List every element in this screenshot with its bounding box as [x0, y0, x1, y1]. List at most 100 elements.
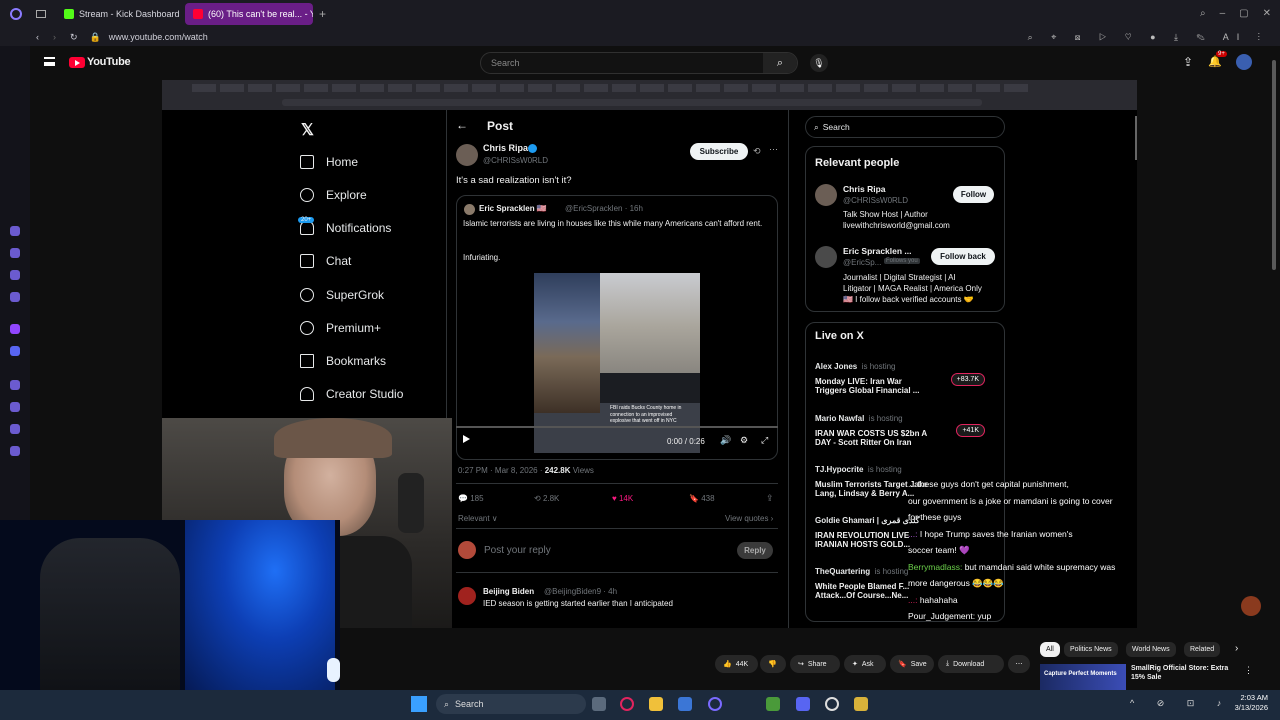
reply-button[interactable]: Reply: [737, 542, 773, 559]
discord-icon[interactable]: [10, 346, 20, 356]
url-text[interactable]: www.youtube.com/watch: [109, 32, 208, 42]
new-tab-icon[interactable]: +: [319, 7, 326, 21]
follow-back-button[interactable]: Follow back: [931, 248, 995, 265]
yt-search-box[interactable]: Search ⌕: [480, 52, 798, 74]
reply-input[interactable]: Post your reply: [484, 545, 551, 556]
obs-icon[interactable]: [825, 697, 839, 711]
file-explorer-icon[interactable]: [649, 697, 663, 711]
video-progress-bar[interactable]: [456, 426, 778, 428]
more-icon[interactable]: ⋯: [769, 144, 778, 155]
taskbar-search[interactable]: ⌕ Search: [436, 694, 586, 714]
upload-icon[interactable]: ⇪: [1183, 55, 1193, 69]
share-button[interactable]: ↪ Share: [790, 655, 840, 673]
messenger-icon[interactable]: [10, 292, 20, 302]
player-icon[interactable]: [10, 380, 20, 390]
reload-icon[interactable]: ↻: [70, 32, 78, 43]
voice-search-icon[interactable]: 🎙: [810, 54, 828, 72]
post-handle[interactable]: @CHRISsW0RLD: [483, 156, 548, 165]
share-icon[interactable]: ⇪: [766, 493, 774, 504]
discord-icon[interactable]: [796, 697, 810, 711]
chip-related[interactable]: Related: [1184, 642, 1221, 657]
rec-thumbnail[interactable]: Capture Perfect Moments: [1040, 664, 1126, 690]
app-icon[interactable]: [708, 697, 722, 711]
relevant-sort[interactable]: Relevant ∨: [458, 514, 498, 523]
x-nav-notifications[interactable]: Notifications: [300, 221, 391, 235]
tab-kick-dashboard[interactable]: Stream - Kick Dashboard: [56, 3, 181, 25]
person-name[interactable]: Chris Ripa: [843, 184, 886, 194]
grok-icon[interactable]: ⟲: [753, 146, 761, 157]
page-scrollbar[interactable]: [1272, 60, 1276, 270]
x-nav-home[interactable]: Home: [300, 155, 358, 169]
reply-author[interactable]: Beijing Biden: [483, 587, 534, 596]
view-quotes-link[interactable]: View quotes ›: [725, 514, 773, 523]
extensions-icon[interactable]: [10, 424, 20, 434]
live-item[interactable]: Mario Nawfal is hosting IRAN WAR COSTS U…: [815, 408, 995, 448]
settings-icon[interactable]: [10, 446, 20, 456]
avatar[interactable]: [815, 184, 837, 206]
opera-logo-icon[interactable]: [10, 8, 22, 20]
windows-start-icon[interactable]: [411, 696, 427, 712]
post-author[interactable]: Chris Ripa: [483, 143, 528, 153]
ask-button[interactable]: ✦ Ask: [844, 655, 886, 673]
yt-search-button[interactable]: ⌕: [763, 53, 797, 73]
subscribe-button[interactable]: Subscribe: [690, 143, 748, 160]
settings-icon[interactable]: ⚙: [740, 435, 748, 446]
x-search-input[interactable]: Search: [823, 122, 850, 132]
task-view-icon[interactable]: [592, 697, 606, 711]
maximize-icon[interactable]: ▢: [1239, 8, 1248, 20]
history-icon[interactable]: [10, 402, 20, 412]
like-stat[interactable]: ♥ 14K: [612, 494, 633, 503]
back-arrow-icon[interactable]: ←: [456, 118, 468, 132]
avatar[interactable]: [815, 246, 837, 268]
download-button[interactable]: ⤓ Download: [938, 655, 1004, 673]
forward-icon[interactable]: ›: [53, 32, 56, 42]
back-icon[interactable]: ‹: [36, 32, 39, 42]
x-nav-premium[interactable]: Premium+: [300, 321, 381, 335]
more-actions-button[interactable]: ⋯: [1008, 655, 1030, 673]
reply-stat[interactable]: 💬 185: [458, 494, 484, 503]
chip-politics-news[interactable]: Politics News: [1064, 642, 1118, 657]
chip-world-news[interactable]: World News: [1126, 642, 1176, 657]
inner-scrollbar[interactable]: [1135, 116, 1137, 160]
notes-icon[interactable]: [10, 270, 20, 280]
follow-button[interactable]: Follow: [953, 186, 994, 203]
x-nav-supergrok[interactable]: SuperGrok: [300, 288, 384, 302]
x-nav-explore[interactable]: Explore: [300, 188, 367, 202]
opera-icon[interactable]: [620, 697, 634, 711]
dislike-button[interactable]: 👎: [760, 655, 786, 673]
play-icon[interactable]: [463, 435, 470, 443]
minimize-icon[interactable]: –: [1220, 8, 1226, 20]
chip-all[interactable]: All: [1040, 642, 1060, 657]
app-icon[interactable]: [854, 697, 868, 711]
rec-more-icon[interactable]: ⋮: [1244, 665, 1253, 676]
repost-stat[interactable]: ⟲ 2.8K: [534, 494, 559, 503]
twitch-icon[interactable]: [10, 324, 20, 334]
bookmark-stat[interactable]: 🔖 438: [689, 494, 715, 503]
rec-title[interactable]: SmallRig Official Store: Extra 15% Sale: [1131, 664, 1231, 682]
volume-icon[interactable]: 🔊: [720, 435, 731, 446]
youtube-logo[interactable]: YouTube: [69, 56, 131, 68]
like-button[interactable]: 👍 44K: [715, 655, 758, 673]
store-icon[interactable]: [678, 697, 692, 711]
yt-search-input[interactable]: Search: [491, 58, 763, 68]
minecraft-icon[interactable]: [766, 697, 780, 711]
x-search-box[interactable]: ⌕ Search: [805, 116, 1005, 138]
search-tabs-icon[interactable]: ⌕: [1200, 8, 1206, 20]
tab-youtube[interactable]: (60) This can't be real... - Y: [185, 3, 313, 25]
chatgpt-icon[interactable]: [10, 248, 20, 258]
taskbar-clock[interactable]: 2:03 AM 3/13/2026: [1220, 693, 1268, 713]
close-icon[interactable]: ✕: [1263, 8, 1271, 20]
live-item[interactable]: Alex Jones is hosting Monday LIVE: Iran …: [815, 356, 995, 396]
chevron-right-icon[interactable]: ›: [1235, 643, 1238, 654]
workspaces-icon[interactable]: [36, 10, 46, 18]
aria-icon[interactable]: [10, 226, 20, 236]
x-nav-chat[interactable]: Chat: [300, 254, 351, 268]
x-nav-bookmarks[interactable]: Bookmarks: [300, 354, 386, 368]
save-button[interactable]: 🔖 Save: [890, 655, 934, 673]
x-logo-icon[interactable]: 𝕏: [301, 120, 314, 140]
menu-icon[interactable]: [44, 57, 55, 66]
avatar[interactable]: [456, 144, 478, 166]
avatar[interactable]: [1236, 54, 1252, 70]
fullscreen-icon[interactable]: ⤢: [761, 435, 768, 446]
person-name[interactable]: Eric Spracklen ...: [843, 246, 912, 256]
